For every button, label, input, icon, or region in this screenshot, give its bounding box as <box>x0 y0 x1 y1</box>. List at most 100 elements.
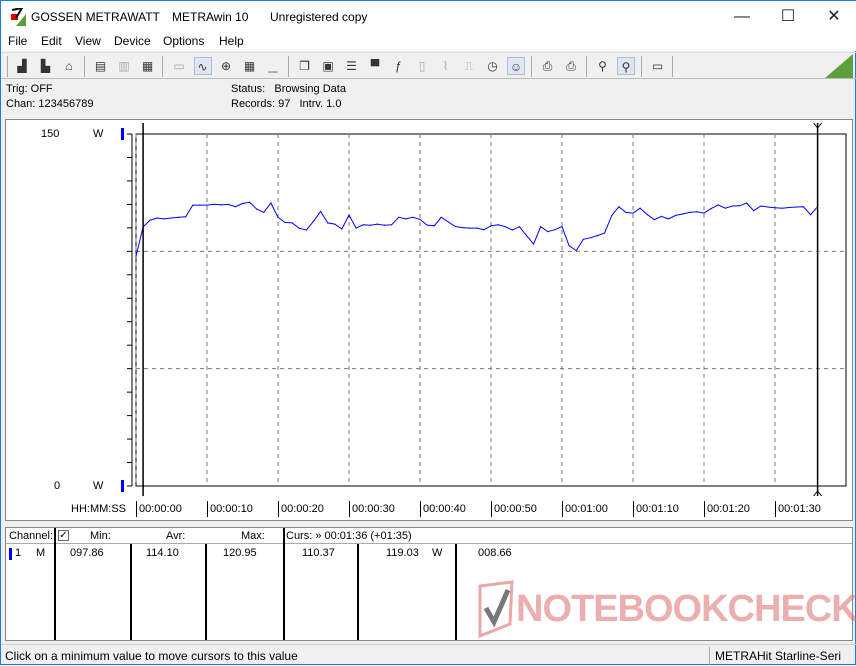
data-point <box>277 216 279 218</box>
data-point <box>320 210 322 213</box>
data-point <box>490 225 492 227</box>
zoom-icon[interactable]: ⚲ <box>617 57 635 75</box>
pc-icon[interactable]: ▯ <box>413 57 431 75</box>
data-point <box>518 226 521 228</box>
open-icon[interactable]: ⌂ <box>60 57 78 75</box>
data-point <box>589 237 592 239</box>
data-point <box>220 204 222 206</box>
signal-icon[interactable]: ⌇ <box>437 57 455 75</box>
data-point <box>760 205 762 207</box>
min-value[interactable]: 097.86 <box>70 547 104 559</box>
data-point <box>341 228 343 230</box>
data-point <box>312 220 315 222</box>
close-button[interactable]: ✕ <box>811 5 856 29</box>
data-series-line <box>135 201 818 257</box>
avr-value: 114.10 <box>146 547 179 559</box>
robot-icon[interactable]: ☺ <box>507 57 525 75</box>
data-point <box>497 224 499 226</box>
data-point <box>362 224 364 226</box>
x-tick-label: 00:00:20 <box>278 501 324 517</box>
channel-icon[interactable]: ▣ <box>319 57 337 75</box>
data-point <box>547 231 549 233</box>
data-point <box>419 218 421 221</box>
data-point <box>540 226 542 228</box>
print-preview-icon[interactable]: ⎙ <box>539 57 557 75</box>
license-text: Unregistered copy <box>270 10 368 24</box>
data-point <box>249 201 251 203</box>
zoom-wave-icon[interactable]: ⚲ <box>594 57 612 75</box>
data-point <box>476 227 478 229</box>
menu-device[interactable]: Device <box>114 34 151 48</box>
device-m-icon[interactable]: ▦ <box>139 57 157 75</box>
data-point <box>405 218 407 220</box>
data-point <box>462 227 464 229</box>
data-point <box>738 205 741 207</box>
crosshair-icon[interactable]: ⊕ <box>217 57 235 75</box>
menu-edit[interactable]: Edit <box>41 34 62 48</box>
table-icon[interactable]: ▦ <box>241 57 259 75</box>
device-name: METRAHit Starline-Seri <box>715 649 842 663</box>
data-point <box>724 207 726 209</box>
channel-color-marker <box>9 548 12 560</box>
data-point <box>653 219 655 221</box>
data-point <box>582 238 584 240</box>
cursor2-value: 119.03 <box>386 547 419 559</box>
data-point <box>788 206 790 209</box>
comment-icon[interactable]: ▭ <box>649 57 667 75</box>
menu-file[interactable]: File <box>8 34 27 48</box>
print-icon[interactable]: ⎙ <box>562 57 580 75</box>
copy-icon[interactable]: ❐ <box>296 57 314 75</box>
data-point <box>284 221 286 224</box>
data-point <box>554 229 556 231</box>
data-point <box>753 210 755 212</box>
data-point <box>256 208 258 210</box>
data-point <box>440 216 442 218</box>
data-point <box>135 255 137 257</box>
bar-chart-icon[interactable]: ▁ <box>264 57 282 75</box>
save-as-icon[interactable]: ▟ <box>13 57 31 75</box>
status-hint: Click on a minimum value to move cursors… <box>5 649 298 663</box>
channel-checkbox[interactable]: ✓ <box>58 530 69 541</box>
data-point <box>391 224 393 226</box>
max-value[interactable]: 120.95 <box>223 547 257 559</box>
x-tick-label: 00:01:30 <box>775 501 821 517</box>
device-memory-icon[interactable]: ▥ <box>115 57 133 75</box>
data-point <box>667 218 670 220</box>
data-point <box>199 204 201 206</box>
data-point <box>639 207 641 209</box>
list-icon[interactable]: ☰ <box>343 57 361 75</box>
channel-mode: M <box>36 547 46 559</box>
waveform-icon[interactable]: ∿ <box>193 57 212 75</box>
plot-area[interactable] <box>1 119 856 519</box>
menu-help[interactable]: Help <box>219 34 244 48</box>
data-point <box>696 211 698 213</box>
data-point <box>717 204 719 206</box>
minimize-button[interactable]: — <box>719 5 765 29</box>
computer-icon[interactable]: ▀ <box>366 57 384 75</box>
data-point <box>568 245 570 247</box>
save-icon[interactable]: ▙ <box>37 57 55 75</box>
menu-view[interactable]: View <box>75 34 101 48</box>
data-point <box>234 206 236 208</box>
menu-options[interactable]: Options <box>163 34 204 48</box>
data-point <box>192 204 194 206</box>
data-point <box>809 214 812 216</box>
clock-icon[interactable]: ◷ <box>484 57 502 75</box>
data-point <box>241 202 244 205</box>
data-point <box>533 243 535 245</box>
x-tick-label: 00:00:00 <box>136 501 182 517</box>
function-icon[interactable]: ƒ <box>390 57 408 75</box>
data-point <box>327 222 329 224</box>
maximize-button[interactable]: ☐ <box>765 5 811 29</box>
device-read-icon[interactable]: ▤ <box>92 57 110 75</box>
cursor-difference: 008.66 <box>478 547 512 559</box>
data-point <box>561 225 563 228</box>
data-point <box>469 227 471 229</box>
data-point <box>178 216 180 218</box>
data-point <box>781 207 783 209</box>
header-channel: Channel: <box>9 530 54 542</box>
display-icon[interactable]: ▭ <box>170 57 188 75</box>
header-cursor: Curs: » 00:01:36 (+01:35) <box>286 530 412 542</box>
wave-grid-icon[interactable]: ⎍ <box>460 57 478 75</box>
toolbar-separator <box>672 56 673 77</box>
